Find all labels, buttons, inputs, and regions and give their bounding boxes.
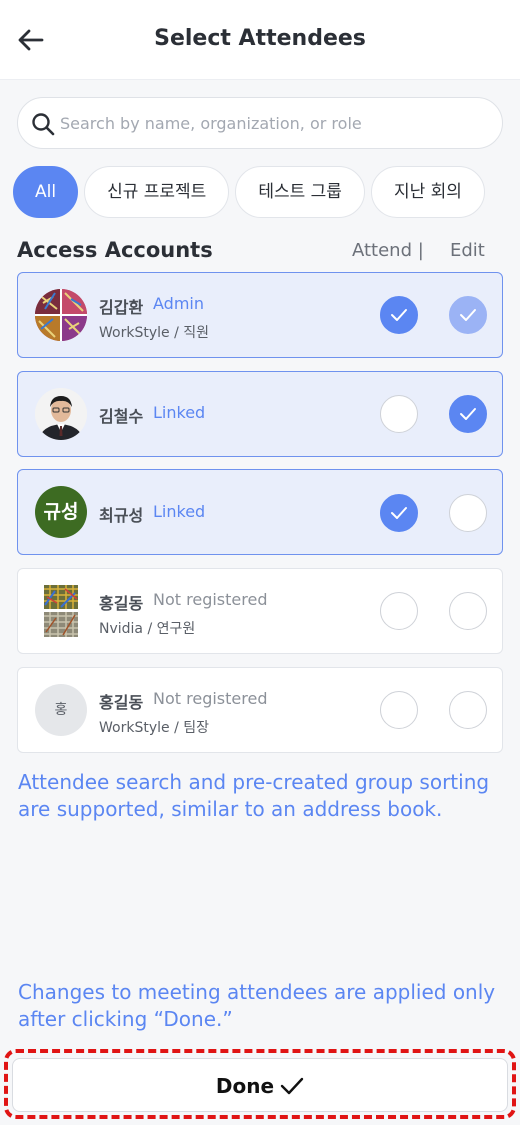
attendee-row[interactable]: 규성 최규성 Linked: [17, 469, 503, 555]
chip-last-meeting[interactable]: 지난 회의: [370, 166, 485, 218]
avatar: [35, 289, 87, 341]
search-note: Attendee search and pre-created group so…: [18, 770, 490, 821]
avatar: 규성: [35, 486, 87, 538]
attendee-role: Not registered: [153, 590, 268, 609]
chip-new-project[interactable]: 신규 프로젝트: [84, 166, 230, 218]
section-title: Access Accounts: [17, 238, 213, 262]
search-icon: [32, 113, 55, 136]
attend-checkbox[interactable]: [380, 395, 418, 433]
edit-checkbox[interactable]: [449, 395, 487, 433]
attend-checkbox[interactable]: [380, 691, 418, 729]
attend-column-header: Attend |: [352, 240, 424, 261]
attendee-org: WorkStyle / 팀장: [99, 720, 209, 736]
attend-checkbox[interactable]: [380, 592, 418, 630]
attendee-row[interactable]: 홍길동 Not registered Nvidia / 연구원: [17, 568, 503, 654]
check-icon: [460, 309, 476, 321]
edit-checkbox[interactable]: [449, 494, 487, 532]
chip-all[interactable]: All: [13, 166, 79, 218]
chip-test-group[interactable]: 테스트 그룹: [235, 166, 365, 218]
attendee-row[interactable]: 홍 홍길동 Not registered WorkStyle / 팀장: [17, 667, 503, 753]
attendee-org: WorkStyle / 직원: [99, 325, 209, 341]
avatar: [35, 585, 87, 637]
attendee-row[interactable]: 김철수 Linked: [17, 371, 503, 457]
edit-column-header: Edit: [450, 240, 485, 261]
attendee-name: 김철수: [99, 407, 144, 426]
check-icon: [460, 408, 476, 420]
edit-checkbox[interactable]: [449, 592, 487, 630]
group-filter-chips: All 신규 프로젝트 테스트 그룹 지난 회의: [13, 166, 520, 218]
avatar: 홍: [35, 684, 87, 736]
attend-checkbox[interactable]: [380, 494, 418, 532]
done-note: Changes to meeting attendees are applied…: [18, 980, 496, 1031]
page-title: Select Attendees: [154, 26, 366, 51]
check-icon: [391, 507, 407, 519]
attendee-role: Not registered: [153, 689, 268, 708]
edit-checkbox[interactable]: [449, 691, 487, 729]
app-header: Select Attendees: [0, 0, 520, 80]
check-icon: [391, 309, 407, 321]
avatar-initials: 규성: [43, 501, 79, 523]
avatar-initials: 홍: [54, 702, 68, 718]
avatar: [35, 388, 87, 440]
done-button[interactable]: Done: [12, 1058, 508, 1112]
attendee-row[interactable]: 김갑환 Admin WorkStyle / 직원: [17, 272, 503, 358]
attendee-name: 최규성: [99, 506, 144, 525]
checkmark-icon: [280, 1077, 304, 1095]
attend-checkbox[interactable]: [380, 296, 418, 334]
attendee-role: Linked: [153, 502, 206, 521]
done-label: Done: [215, 1074, 275, 1098]
attendee-org: Nvidia / 연구원: [99, 621, 196, 637]
search-input[interactable]: [60, 108, 490, 138]
attendee-name: 홍길동: [99, 594, 144, 613]
attendee-role: Admin: [153, 294, 204, 313]
attendee-name: 홍길동: [99, 693, 144, 712]
edit-checkbox[interactable]: [449, 296, 487, 334]
search-bar[interactable]: [17, 97, 503, 149]
attendee-name: 김갑환: [99, 298, 144, 317]
attendee-role: Linked: [153, 403, 206, 422]
